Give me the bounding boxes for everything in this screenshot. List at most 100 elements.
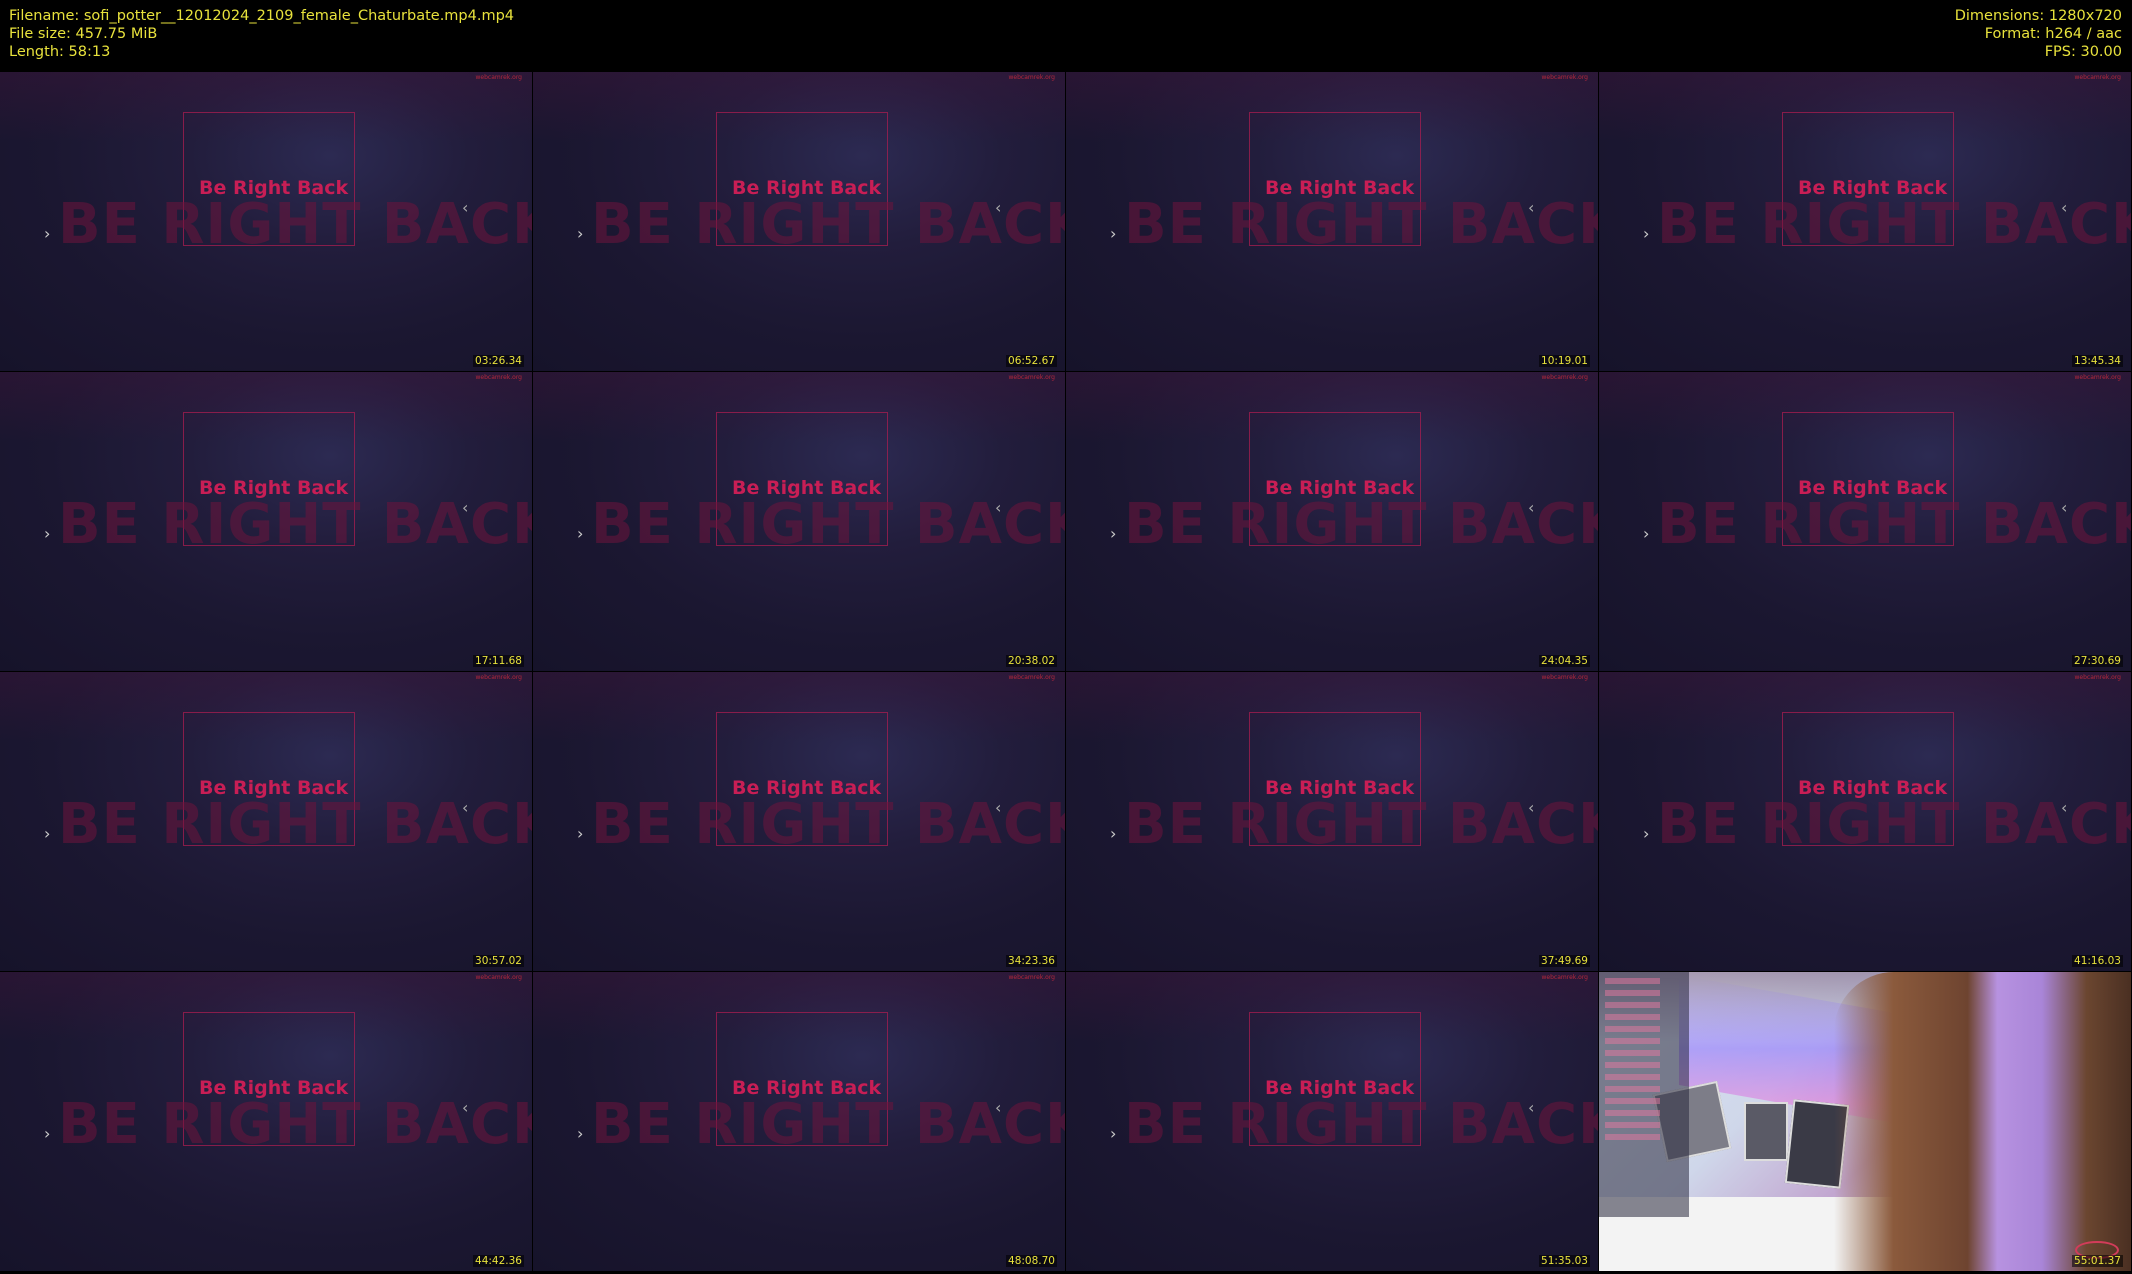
- watermark-text: webcamrek.org: [1541, 974, 1588, 981]
- chevron-left-icon: ‹: [1528, 798, 1535, 817]
- fps-text: FPS: 30.00: [2044, 44, 2122, 60]
- chevron-right-icon: ›: [1643, 224, 1650, 243]
- brb-title-text: Be Right Back: [1265, 177, 1415, 199]
- thumbnail-timestamp: 13:45.34: [2072, 355, 2123, 367]
- video-thumbnail[interactable]: BE RIGHT BACK Be Right Back › ‹ webcamrek.or…: [533, 372, 1065, 671]
- chevron-left-icon: ‹: [1528, 198, 1535, 217]
- brb-title-text: Be Right Back: [732, 177, 882, 199]
- video-thumbnail[interactable]: BE RIGHT BACK Be Right Back › ‹ webcamrek.or…: [0, 972, 532, 1271]
- chevron-left-icon: ‹: [995, 198, 1002, 217]
- chevron-left-icon: ‹: [2061, 198, 2068, 217]
- chevron-right-icon: ›: [1643, 824, 1650, 843]
- brb-title-text: Be Right Back: [732, 777, 882, 799]
- brb-background-text: BE RIGHT BACK: [591, 1092, 1065, 1157]
- video-thumbnail[interactable]: BE RIGHT BACK Be Right Back › ‹ webcamrek.or…: [0, 372, 532, 671]
- brb-background-text: BE RIGHT BACK: [58, 1092, 532, 1157]
- watermark-text: webcamrek.org: [2074, 674, 2121, 681]
- video-thumbnail[interactable]: BE RIGHT BACK Be Right Back › ‹ webcamrek.or…: [1066, 72, 1598, 371]
- thumbnail-timestamp: 10:19.01: [1539, 355, 1590, 367]
- chevron-left-icon: ‹: [462, 498, 469, 517]
- chat-line: [1605, 1026, 1660, 1032]
- video-thumbnail[interactable]: BE RIGHT BACK Be Right Back › ‹ webcamrek.or…: [1066, 372, 1598, 671]
- brb-background-text: BE RIGHT BACK: [591, 492, 1065, 557]
- wall-poster: [1744, 1102, 1788, 1161]
- chat-line: [1605, 1074, 1660, 1080]
- format-text: Format: h264 / aac: [1984, 26, 2122, 42]
- brb-title-text: Be Right Back: [1265, 477, 1415, 499]
- length-text: Length: 58:13: [9, 44, 111, 60]
- chevron-right-icon: ›: [1110, 224, 1117, 243]
- watermark-text: webcamrek.org: [1541, 674, 1588, 681]
- video-thumbnail[interactable]: BE RIGHT BACK Be Right Back › ‹ webcamrek.or…: [1066, 972, 1598, 1271]
- stream-info: Dimensions: 1280x720 Format: h264 / aac …: [1955, 7, 2122, 61]
- chevron-right-icon: ›: [44, 824, 51, 843]
- thumbnail-timestamp: 37:49.69: [1539, 955, 1590, 967]
- video-thumbnail[interactable]: BE RIGHT BACK Be Right Back › ‹ webcamrek.or…: [1066, 672, 1598, 971]
- thumbnail-timestamp: 30:57.02: [473, 955, 524, 967]
- thumbnail-timestamp: 20:38.02: [1006, 655, 1057, 667]
- brb-background-text: BE RIGHT BACK: [1124, 192, 1598, 257]
- chat-line: [1605, 1062, 1660, 1068]
- chat-line: [1605, 1122, 1660, 1128]
- brb-background-text: BE RIGHT BACK: [1124, 492, 1598, 557]
- brb-title-text: Be Right Back: [199, 1077, 349, 1099]
- chat-line: [1605, 1002, 1660, 1008]
- brb-background-text: BE RIGHT BACK: [591, 792, 1065, 857]
- video-thumbnail[interactable]: BE RIGHT BACK Be Right Back › ‹ webcamrek.or…: [1599, 72, 2131, 371]
- chevron-left-icon: ‹: [2061, 498, 2068, 517]
- thumbnail-timestamp: 06:52.67: [1006, 355, 1057, 367]
- video-thumbnail[interactable]: BE RIGHT BACK Be Right Back › ‹ webcamrek.or…: [533, 672, 1065, 971]
- watermark-text: webcamrek.org: [475, 74, 522, 81]
- watermark-text: webcamrek.org: [1008, 974, 1055, 981]
- video-thumbnail[interactable]: BE RIGHT BACK Be Right Back › ‹ webcamrek.or…: [0, 672, 532, 971]
- watermark-text: webcamrek.org: [2074, 74, 2121, 81]
- thumbnail-timestamp: 17:11.68: [473, 655, 524, 667]
- chat-line: [1605, 1014, 1660, 1020]
- chevron-right-icon: ›: [577, 824, 584, 843]
- brb-title-text: Be Right Back: [199, 477, 349, 499]
- brb-title-text: Be Right Back: [1798, 777, 1948, 799]
- brb-background-text: BE RIGHT BACK: [58, 792, 532, 857]
- brb-title-text: Be Right Back: [732, 477, 882, 499]
- thumbnail-timestamp: 55:01.37: [2072, 1255, 2123, 1267]
- brb-background-text: BE RIGHT BACK: [1124, 792, 1598, 857]
- chevron-left-icon: ‹: [462, 1098, 469, 1117]
- video-thumbnail[interactable]: BE RIGHT BACK Be Right Back › ‹ webcamrek.or…: [533, 72, 1065, 371]
- brb-title-text: Be Right Back: [1798, 177, 1948, 199]
- brb-title-text: Be Right Back: [1265, 1077, 1415, 1099]
- watermark-text: webcamrek.org: [475, 974, 522, 981]
- brb-background-text: BE RIGHT BACK: [1657, 792, 2131, 857]
- chat-line: [1605, 1134, 1660, 1140]
- brb-background-text: BE RIGHT BACK: [1124, 1092, 1598, 1157]
- filesize-text: File size: 457.75 MiB: [9, 26, 158, 42]
- chevron-right-icon: ›: [577, 1124, 584, 1143]
- chat-overlay: [1599, 972, 1689, 1217]
- video-thumbnail[interactable]: BE RIGHT BACK Be Right Back › ‹ webcamrek.or…: [0, 72, 532, 371]
- chevron-right-icon: ›: [1643, 524, 1650, 543]
- thumbnail-grid: BE RIGHT BACK Be Right Back › ‹ webcamrek.or…: [0, 72, 2132, 1274]
- thumbnail-timestamp: 34:23.36: [1006, 955, 1057, 967]
- thumbnail-timestamp: 24:04.35: [1539, 655, 1590, 667]
- watermark-text: webcamrek.org: [475, 674, 522, 681]
- chevron-right-icon: ›: [1110, 1124, 1117, 1143]
- video-thumbnail[interactable]: BE RIGHT BACK Be Right Back › ‹ webcamrek.or…: [1599, 672, 2131, 971]
- video-thumbnail[interactable]: BE RIGHT BACK Be Right Back › ‹ webcamrek.or…: [1599, 372, 2131, 671]
- chevron-left-icon: ‹: [995, 1098, 1002, 1117]
- video-thumbnail[interactable]: BE RIGHT BACK Be Right Back › ‹ webcamrek.or…: [533, 972, 1065, 1271]
- chevron-left-icon: ‹: [1528, 1098, 1535, 1117]
- chevron-left-icon: ‹: [2061, 798, 2068, 817]
- thumbnail-timestamp: 44:42.36: [473, 1255, 524, 1267]
- chat-line: [1605, 1098, 1660, 1104]
- watermark-text: webcamrek.org: [475, 374, 522, 381]
- brb-title-text: Be Right Back: [1798, 477, 1948, 499]
- chat-line: [1605, 1086, 1660, 1092]
- chevron-right-icon: ›: [577, 224, 584, 243]
- brb-background-text: BE RIGHT BACK: [1657, 192, 2131, 257]
- watermark-text: webcamrek.org: [1541, 374, 1588, 381]
- brb-background-text: BE RIGHT BACK: [1657, 492, 2131, 557]
- watermark-text: webcamrek.org: [2074, 374, 2121, 381]
- brb-background-text: BE RIGHT BACK: [58, 492, 532, 557]
- person: [1834, 972, 2131, 1271]
- thumbnail-timestamp: 27:30.69: [2072, 655, 2123, 667]
- video-thumbnail[interactable]: webcamrek.org55:01.37: [1599, 972, 2131, 1271]
